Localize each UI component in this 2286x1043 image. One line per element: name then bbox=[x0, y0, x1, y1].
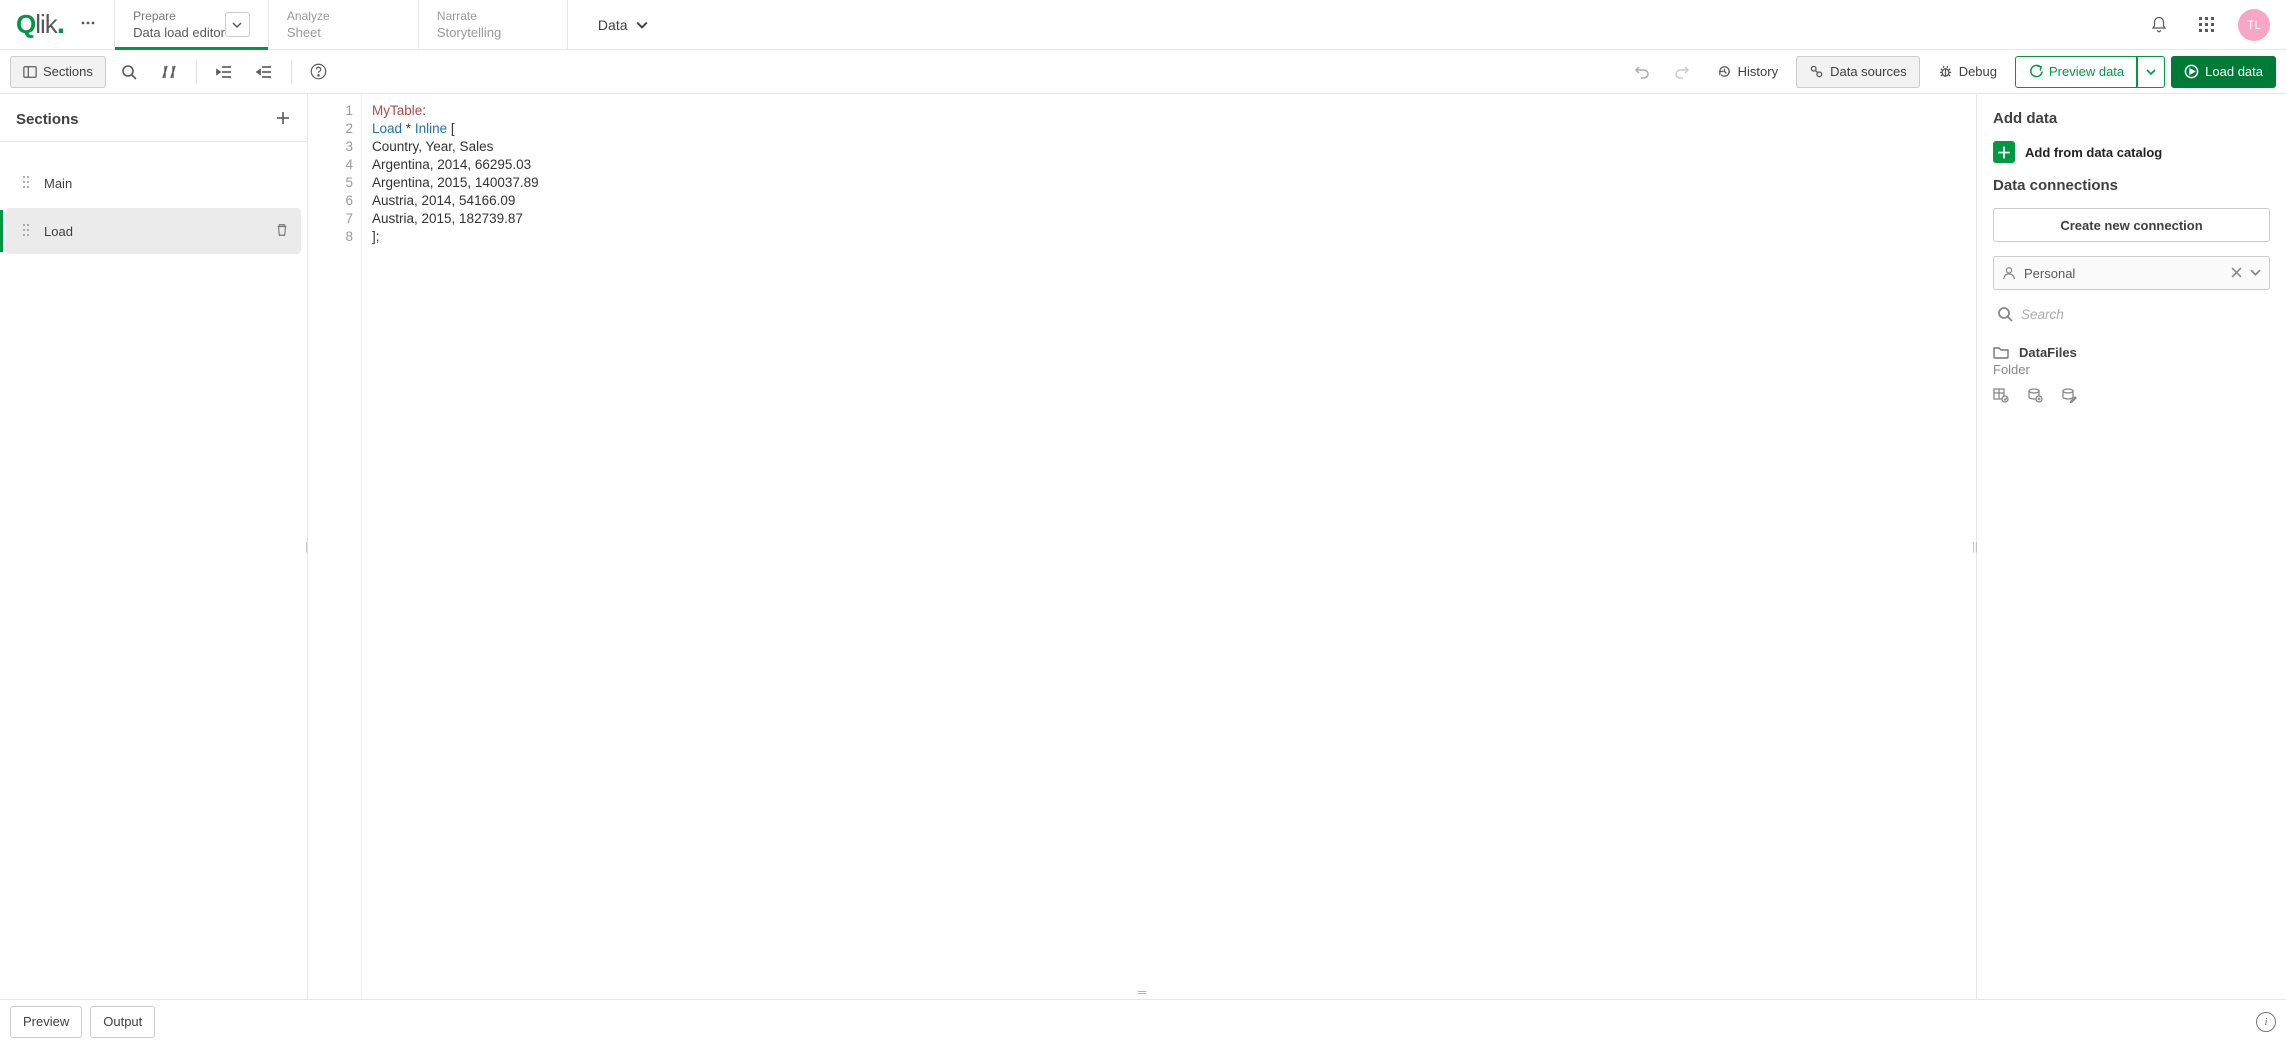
output-tab-button[interactable]: Output bbox=[90, 1006, 155, 1038]
sections-label: Sections bbox=[43, 64, 93, 79]
apps-grid-icon[interactable] bbox=[2190, 8, 2224, 42]
qlik-logo: Qlik. bbox=[16, 9, 64, 40]
create-connection-button[interactable]: Create new connection bbox=[1993, 208, 2270, 242]
script-code[interactable]: MyTable:Load * Inline [Country, Year, Sa… bbox=[362, 94, 1976, 999]
load-data-button[interactable]: Load data bbox=[2171, 56, 2276, 88]
space-select[interactable]: Personal bbox=[1993, 256, 2270, 290]
preview-data-chevron[interactable] bbox=[2137, 56, 2165, 88]
nav-narrate-small: Narrate bbox=[437, 9, 549, 23]
history-icon bbox=[1717, 64, 1732, 79]
chevron-down-icon[interactable] bbox=[225, 12, 250, 37]
data-sources-button[interactable]: Data sources bbox=[1796, 56, 1920, 88]
preview-data-button[interactable]: Preview data bbox=[2015, 56, 2137, 88]
create-connection-label: Create new connection bbox=[2060, 218, 2202, 233]
info-icon[interactable]: i bbox=[2256, 1012, 2276, 1032]
datafiles-connection[interactable]: DataFiles bbox=[1993, 344, 2270, 360]
nav-analyze[interactable]: Analyze Sheet bbox=[268, 0, 418, 49]
history-button[interactable]: History bbox=[1705, 56, 1790, 88]
toolbar: Sections History D bbox=[0, 50, 2286, 94]
nav-narrate[interactable]: Narrate Storytelling bbox=[418, 0, 568, 49]
sections-sidebar: Sections Main Load || bbox=[0, 94, 308, 999]
bottom-bar: Preview Output i bbox=[0, 999, 2286, 1043]
sections-title: Sections bbox=[16, 111, 79, 128]
insert-script-icon[interactable] bbox=[2027, 387, 2043, 406]
search-icon[interactable] bbox=[112, 56, 146, 88]
avatar[interactable]: TL bbox=[2238, 9, 2270, 41]
preview-tab-button[interactable]: Preview bbox=[10, 1006, 82, 1038]
collapse-handle-icon[interactable]: || bbox=[1972, 541, 1978, 553]
debug-label: Debug bbox=[1959, 64, 1997, 79]
nav-analyze-big: Sheet bbox=[287, 25, 400, 40]
data-connections-title: Data connections bbox=[1993, 177, 2270, 194]
section-label: Load bbox=[44, 224, 73, 239]
user-icon bbox=[2002, 266, 2016, 280]
drag-handle-icon[interactable] bbox=[22, 175, 30, 192]
select-data-icon[interactable] bbox=[1993, 387, 2009, 406]
more-icon[interactable] bbox=[76, 11, 100, 38]
divider bbox=[196, 60, 197, 84]
edit-connection-icon[interactable] bbox=[2061, 387, 2077, 406]
nav-narrate-big: Storytelling bbox=[437, 25, 549, 40]
comment-toggle-icon[interactable] bbox=[152, 56, 186, 88]
space-label: Personal bbox=[2024, 266, 2223, 281]
nav-prepare[interactable]: Prepare Data load editor bbox=[114, 0, 268, 49]
help-icon[interactable] bbox=[302, 56, 336, 88]
line-gutter: 12345678 bbox=[308, 94, 362, 999]
indent-icon[interactable] bbox=[207, 56, 241, 88]
data-sources-label: Data sources bbox=[1830, 64, 1907, 79]
chevron-down-icon[interactable] bbox=[2250, 266, 2261, 281]
search-icon bbox=[1997, 306, 2013, 322]
redo-icon[interactable] bbox=[1665, 56, 1699, 88]
folder-type: Folder bbox=[1993, 362, 2270, 377]
undo-icon[interactable] bbox=[1625, 56, 1659, 88]
debug-button[interactable]: Debug bbox=[1926, 56, 2009, 88]
play-circle-icon bbox=[2184, 64, 2199, 79]
add-data-title: Add data bbox=[1993, 110, 2270, 127]
resize-handle-icon[interactable]: ═ bbox=[1138, 985, 1147, 999]
preview-icon bbox=[2028, 64, 2043, 79]
delete-section-icon[interactable] bbox=[275, 223, 289, 240]
app-header: Qlik. Prepare Data load editor Analyze S… bbox=[0, 0, 2286, 50]
outdent-icon[interactable] bbox=[247, 56, 281, 88]
nav-prepare-big: Data load editor bbox=[133, 25, 225, 40]
history-label: History bbox=[1738, 64, 1778, 79]
section-item[interactable]: Load bbox=[6, 208, 301, 254]
folder-icon bbox=[1993, 344, 2009, 360]
nav-analyze-small: Analyze bbox=[287, 9, 400, 23]
drag-handle-icon[interactable] bbox=[22, 223, 30, 240]
divider bbox=[291, 60, 292, 84]
plus-icon: ＋ bbox=[1993, 141, 2015, 163]
section-label: Main bbox=[44, 176, 72, 191]
chevron-down-icon bbox=[636, 19, 648, 31]
bell-icon[interactable] bbox=[2142, 8, 2176, 42]
add-from-catalog-label: Add from data catalog bbox=[2025, 145, 2162, 160]
data-dropdown[interactable]: Data bbox=[598, 17, 648, 33]
data-sources-icon bbox=[1809, 64, 1824, 79]
nav-prepare-small: Prepare bbox=[133, 9, 225, 23]
panel-icon bbox=[23, 65, 37, 79]
connection-search[interactable] bbox=[1993, 304, 2270, 324]
add-from-catalog-button[interactable]: ＋ Add from data catalog bbox=[1993, 141, 2270, 163]
folder-name: DataFiles bbox=[2019, 345, 2077, 360]
sections-button[interactable]: Sections bbox=[10, 56, 106, 88]
clear-icon[interactable] bbox=[2231, 266, 2242, 281]
data-dropdown-label: Data bbox=[598, 17, 628, 33]
preview-data-label: Preview data bbox=[2049, 64, 2124, 79]
script-editor[interactable]: 12345678 MyTable:Load * Inline [Country,… bbox=[308, 94, 1976, 999]
load-data-label: Load data bbox=[2205, 64, 2263, 79]
data-panel: || Add data ＋ Add from data catalog Data… bbox=[1976, 94, 2286, 999]
add-section-button[interactable] bbox=[275, 110, 291, 129]
connection-search-input[interactable] bbox=[2021, 307, 2266, 322]
section-item[interactable]: Main bbox=[6, 160, 301, 206]
bug-icon bbox=[1938, 64, 1953, 79]
